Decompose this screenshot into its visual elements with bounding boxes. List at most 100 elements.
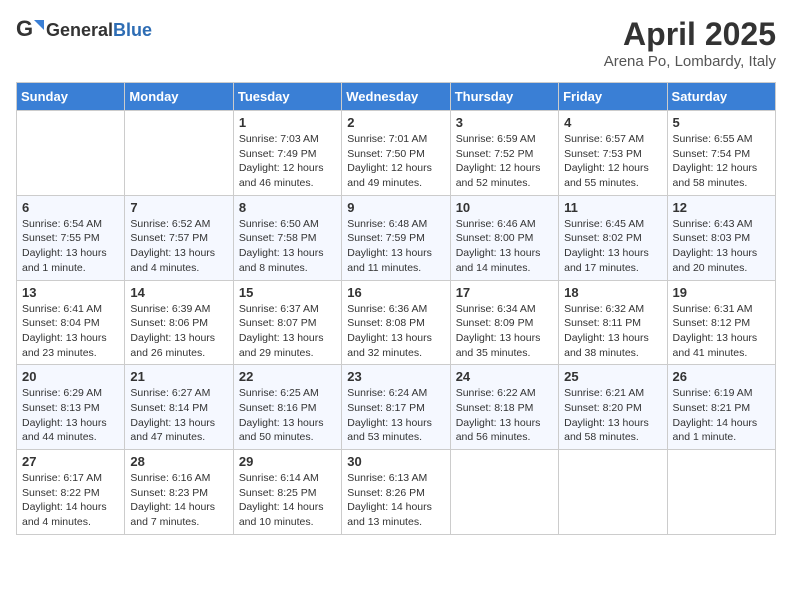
- weekday-header-tuesday: Tuesday: [233, 83, 341, 111]
- day-info: Sunrise: 6:46 AMSunset: 8:00 PMDaylight:…: [456, 217, 553, 276]
- day-info: Sunrise: 6:48 AMSunset: 7:59 PMDaylight:…: [347, 217, 444, 276]
- day-number: 10: [456, 200, 553, 215]
- day-cell: 8 Sunrise: 6:50 AMSunset: 7:58 PMDaylight…: [233, 195, 341, 280]
- day-cell: 24Sunrise: 6:22 AMSunset: 8:18 PMDayligh…: [450, 365, 558, 450]
- day-info: Sunrise: 6:54 AMSunset: 7:55 PMDaylight:…: [22, 217, 119, 276]
- day-number: 27: [22, 454, 119, 469]
- day-cell: [125, 111, 233, 196]
- day-cell: 12 Sunrise: 6:43 AMSunset: 8:03 PMDayligh…: [667, 195, 775, 280]
- day-cell: 16 Sunrise: 6:36 AMSunset: 8:08 PMDayligh…: [342, 280, 450, 365]
- day-info: Sunrise: 6:36 AMSunset: 8:08 PMDaylight:…: [347, 302, 444, 361]
- day-number: 8: [239, 200, 336, 215]
- day-info: Sunrise: 6:22 AMSunset: 8:18 PMDaylight:…: [456, 386, 553, 445]
- day-cell: 14 Sunrise: 6:39 AMSunset: 8:06 PMDayligh…: [125, 280, 233, 365]
- day-cell: 21Sunrise: 6:27 AMSunset: 8:14 PMDayligh…: [125, 365, 233, 450]
- day-number: 3: [456, 115, 553, 130]
- day-info: Sunrise: 6:41 AMSunset: 8:04 PMDaylight:…: [22, 302, 119, 361]
- day-number: 22: [239, 369, 336, 384]
- day-cell: 1 Sunrise: 7:03 AMSunset: 7:49 PMDaylight…: [233, 111, 341, 196]
- day-cell: 27 Sunrise: 6:17 AMSunset: 8:22 PMDayligh…: [17, 450, 125, 535]
- day-info: Sunrise: 6:50 AMSunset: 7:58 PMDaylight:…: [239, 217, 336, 276]
- day-cell: 11Sunrise: 6:45 AMSunset: 8:02 PMDayligh…: [559, 195, 667, 280]
- day-cell: 19Sunrise: 6:31 AMSunset: 8:12 PMDayligh…: [667, 280, 775, 365]
- weekday-header-monday: Monday: [125, 83, 233, 111]
- logo: G GeneralBlue: [16, 16, 152, 44]
- location-title: Arena Po, Lombardy, Italy: [604, 53, 776, 70]
- day-cell: 7 Sunrise: 6:52 AMSunset: 7:57 PMDaylight…: [125, 195, 233, 280]
- weekday-header-friday: Friday: [559, 83, 667, 111]
- title-area: April 2025 Arena Po, Lombardy, Italy: [604, 16, 776, 70]
- day-info: Sunrise: 6:13 AMSunset: 8:26 PMDaylight:…: [347, 471, 444, 530]
- day-number: 1: [239, 115, 336, 130]
- weekday-header-sunday: Sunday: [17, 83, 125, 111]
- day-info: Sunrise: 6:55 AMSunset: 7:54 PMDaylight:…: [673, 132, 770, 191]
- day-cell: 15Sunrise: 6:37 AMSunset: 8:07 PMDayligh…: [233, 280, 341, 365]
- header: G GeneralBlue April 2025 Arena Po, Lomba…: [16, 16, 776, 70]
- day-cell: [667, 450, 775, 535]
- day-info: Sunrise: 6:31 AMSunset: 8:12 PMDaylight:…: [673, 302, 770, 361]
- day-info: Sunrise: 7:01 AMSunset: 7:50 PMDaylight:…: [347, 132, 444, 191]
- day-info: Sunrise: 6:21 AMSunset: 8:20 PMDaylight:…: [564, 386, 661, 445]
- day-info: Sunrise: 6:52 AMSunset: 7:57 PMDaylight:…: [130, 217, 227, 276]
- day-info: Sunrise: 6:57 AMSunset: 7:53 PMDaylight:…: [564, 132, 661, 191]
- weekday-header-thursday: Thursday: [450, 83, 558, 111]
- day-number: 2: [347, 115, 444, 130]
- day-info: Sunrise: 6:39 AMSunset: 8:06 PMDaylight:…: [130, 302, 227, 361]
- day-number: 13: [22, 285, 119, 300]
- day-info: Sunrise: 6:19 AMSunset: 8:21 PMDaylight:…: [673, 386, 770, 445]
- day-info: Sunrise: 6:24 AMSunset: 8:17 PMDaylight:…: [347, 386, 444, 445]
- day-number: 18: [564, 285, 661, 300]
- day-cell: 20Sunrise: 6:29 AMSunset: 8:13 PMDayligh…: [17, 365, 125, 450]
- day-cell: [17, 111, 125, 196]
- day-info: Sunrise: 6:32 AMSunset: 8:11 PMDaylight:…: [564, 302, 661, 361]
- day-number: 28: [130, 454, 227, 469]
- month-title: April 2025: [604, 16, 776, 53]
- day-cell: 22 Sunrise: 6:25 AMSunset: 8:16 PMDayligh…: [233, 365, 341, 450]
- day-number: 9: [347, 200, 444, 215]
- logo-text-blue: Blue: [113, 20, 152, 40]
- day-number: 14: [130, 285, 227, 300]
- day-cell: 25 Sunrise: 6:21 AMSunset: 8:20 PMDayligh…: [559, 365, 667, 450]
- day-info: Sunrise: 6:25 AMSunset: 8:16 PMDaylight:…: [239, 386, 336, 445]
- day-info: Sunrise: 6:34 AMSunset: 8:09 PMDaylight:…: [456, 302, 553, 361]
- week-row-1: 1 Sunrise: 7:03 AMSunset: 7:49 PMDaylight…: [17, 111, 776, 196]
- day-number: 21: [130, 369, 227, 384]
- day-number: 23: [347, 369, 444, 384]
- day-cell: 29 Sunrise: 6:14 AMSunset: 8:25 PMDayligh…: [233, 450, 341, 535]
- logo-text-general: General: [46, 20, 113, 40]
- day-cell: 13 Sunrise: 6:41 AMSunset: 8:04 PMDayligh…: [17, 280, 125, 365]
- day-cell: [559, 450, 667, 535]
- day-cell: 3Sunrise: 6:59 AMSunset: 7:52 PMDaylight…: [450, 111, 558, 196]
- day-cell: 9 Sunrise: 6:48 AMSunset: 7:59 PMDaylight…: [342, 195, 450, 280]
- day-info: Sunrise: 7:03 AMSunset: 7:49 PMDaylight:…: [239, 132, 336, 191]
- week-row-2: 6 Sunrise: 6:54 AMSunset: 7:55 PMDaylight…: [17, 195, 776, 280]
- day-cell: 6 Sunrise: 6:54 AMSunset: 7:55 PMDaylight…: [17, 195, 125, 280]
- day-info: Sunrise: 6:17 AMSunset: 8:22 PMDaylight:…: [22, 471, 119, 530]
- day-number: 17: [456, 285, 553, 300]
- day-number: 5: [673, 115, 770, 130]
- day-cell: 30Sunrise: 6:13 AMSunset: 8:26 PMDayligh…: [342, 450, 450, 535]
- day-number: 4: [564, 115, 661, 130]
- day-cell: 28 Sunrise: 6:16 AMSunset: 8:23 PMDayligh…: [125, 450, 233, 535]
- week-row-5: 27 Sunrise: 6:17 AMSunset: 8:22 PMDayligh…: [17, 450, 776, 535]
- day-info: Sunrise: 6:14 AMSunset: 8:25 PMDaylight:…: [239, 471, 336, 530]
- weekday-header-saturday: Saturday: [667, 83, 775, 111]
- day-number: 6: [22, 200, 119, 215]
- day-info: Sunrise: 6:45 AMSunset: 8:02 PMDaylight:…: [564, 217, 661, 276]
- day-number: 12: [673, 200, 770, 215]
- day-number: 25: [564, 369, 661, 384]
- day-info: Sunrise: 6:43 AMSunset: 8:03 PMDaylight:…: [673, 217, 770, 276]
- day-number: 26: [673, 369, 770, 384]
- day-number: 16: [347, 285, 444, 300]
- logo-icon: G: [16, 16, 44, 44]
- day-cell: 18 Sunrise: 6:32 AMSunset: 8:11 PMDayligh…: [559, 280, 667, 365]
- day-number: 29: [239, 454, 336, 469]
- day-number: 15: [239, 285, 336, 300]
- day-info: Sunrise: 6:16 AMSunset: 8:23 PMDaylight:…: [130, 471, 227, 530]
- day-cell: 26 Sunrise: 6:19 AMSunset: 8:21 PMDayligh…: [667, 365, 775, 450]
- day-cell: 4 Sunrise: 6:57 AMSunset: 7:53 PMDaylight…: [559, 111, 667, 196]
- day-number: 7: [130, 200, 227, 215]
- weekday-header-wednesday: Wednesday: [342, 83, 450, 111]
- weekday-header-row: SundayMondayTuesdayWednesdayThursdayFrid…: [17, 83, 776, 111]
- svg-text:G: G: [16, 16, 33, 41]
